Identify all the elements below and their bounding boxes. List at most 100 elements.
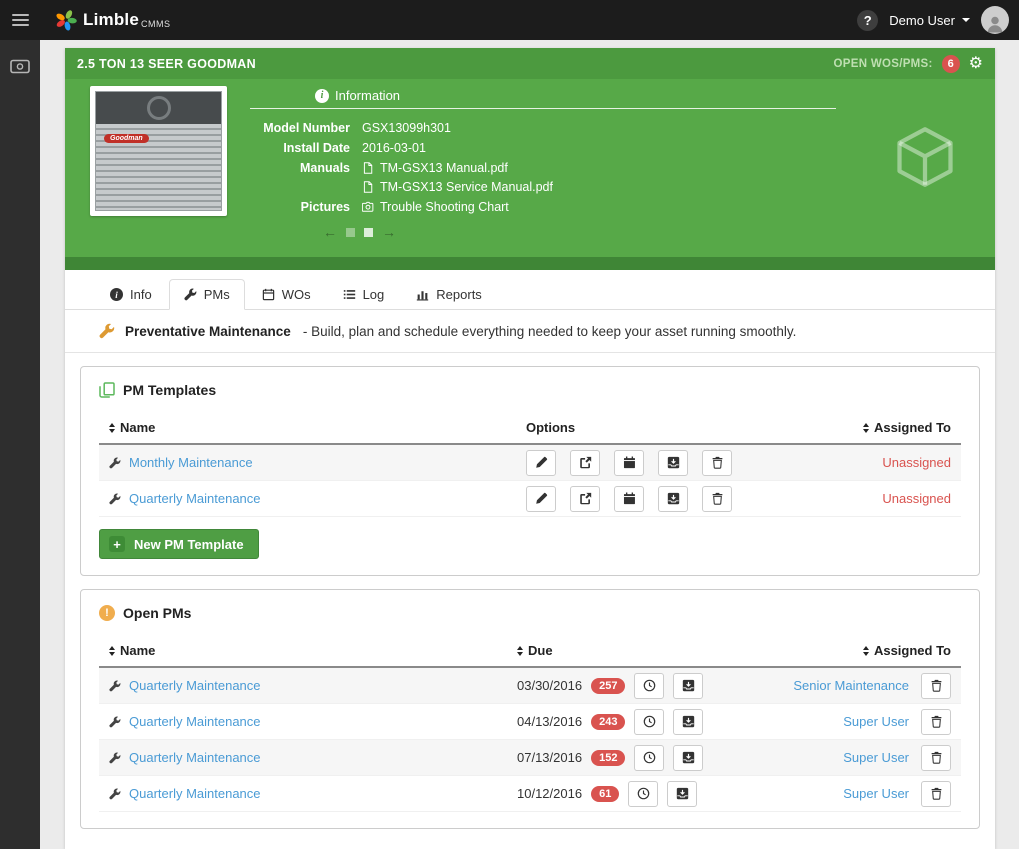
assigned-user-link[interactable]: Senior Maintenance (793, 678, 909, 693)
delete-open-pm-button[interactable] (921, 672, 951, 699)
pm-description-banner: Preventative Maintenance - Build, plan a… (65, 310, 995, 353)
edit-pm-button[interactable] (526, 449, 556, 476)
asset-photo-image: Goodman (95, 91, 222, 211)
delete-open-pm-button[interactable] (921, 744, 951, 771)
open-pm-row: Quarterly Maintenance 10/12/2016 61 Supe… (99, 776, 961, 812)
tab-reports[interactable]: Reports (401, 279, 497, 310)
new-pm-template-label: New PM Template (134, 536, 244, 552)
information-header: i Information (250, 88, 836, 103)
sort-by-due-header[interactable]: Due (517, 643, 757, 658)
open-wos-label: OPEN WOS/PMS: (833, 57, 933, 70)
picture-link-label: Trouble Shooting Chart (380, 200, 509, 214)
topbar: Limble CMMS ? Demo User (0, 0, 1019, 40)
schedule-pm-button[interactable] (614, 485, 644, 512)
inbox-icon (667, 492, 680, 505)
caret-down-icon (962, 18, 970, 22)
inbox-icon (682, 679, 695, 692)
open-pm-button[interactable] (570, 449, 600, 476)
brand-logo[interactable]: Limble CMMS (55, 9, 171, 31)
tab-info-label: Info (130, 287, 152, 302)
assigned-user-link[interactable]: Super User (843, 750, 909, 765)
complete-pm-button[interactable] (667, 780, 698, 807)
pencil-icon (535, 456, 548, 469)
asset-info-area: Goodman i Information Model Number GSX13… (65, 79, 995, 257)
asset-header-footer-strip (65, 257, 995, 270)
help-button[interactable]: ? (857, 9, 879, 31)
sort-by-assigned-header[interactable]: Assigned To (791, 420, 951, 435)
complete-pm-button[interactable] (673, 744, 704, 771)
delete-pm-button[interactable] (702, 449, 732, 476)
clock-icon (643, 679, 656, 692)
manual-link[interactable]: TM-GSX13 Manual.pdf (362, 161, 836, 175)
snooze-pm-button[interactable] (634, 744, 665, 771)
tab-pms-label: PMs (203, 287, 230, 302)
snooze-pm-button[interactable] (634, 708, 665, 735)
delete-open-pm-button[interactable] (921, 708, 951, 735)
open-pm-link[interactable]: Quarterly Maintenance (129, 678, 261, 693)
due-column-label: Due (528, 643, 553, 658)
assigned-to-value[interactable]: Unassigned (791, 491, 951, 506)
open-pm-link[interactable]: Quarterly Maintenance (129, 714, 261, 729)
archive-pm-button[interactable] (658, 449, 688, 476)
tab-wos[interactable]: WOs (247, 279, 326, 310)
name-column-label: Name (120, 643, 156, 658)
carousel-dot[interactable] (346, 227, 355, 237)
brand-name: Limble (83, 10, 139, 29)
complete-pm-button[interactable] (673, 672, 704, 699)
open-pm-link[interactable]: Quarterly Maintenance (129, 786, 261, 801)
hamburger-icon (11, 14, 29, 26)
info-carousel: ← → (323, 225, 396, 239)
pm-template-link[interactable]: Monthly Maintenance (129, 455, 253, 470)
sort-by-name-header[interactable]: Name (109, 643, 517, 658)
tab-reports-label: Reports (436, 287, 482, 302)
pm-templates-header: PM Templates (99, 382, 961, 398)
open-pm-button[interactable] (570, 485, 600, 512)
picture-link[interactable]: Trouble Shooting Chart (362, 200, 836, 214)
menu-toggle-button[interactable] (0, 0, 40, 40)
gear-icon[interactable]: ⚙ (969, 55, 983, 72)
user-menu[interactable]: Demo User (889, 13, 970, 28)
tab-log[interactable]: Log (328, 279, 400, 310)
warning-icon: ! (99, 605, 115, 621)
new-pm-template-button[interactable]: + New PM Template (99, 529, 259, 559)
sort-by-name-header[interactable]: Name (109, 420, 526, 435)
overdue-days-badge: 61 (591, 785, 620, 802)
assigned-cell: Super User (757, 780, 951, 807)
pm-templates-title: PM Templates (123, 382, 217, 398)
carousel-dot[interactable] (364, 227, 373, 237)
snooze-pm-button[interactable] (634, 672, 665, 699)
delete-open-pm-button[interactable] (921, 780, 951, 807)
sort-by-assigned-header[interactable]: Assigned To (757, 643, 951, 658)
open-pm-link[interactable]: Quarterly Maintenance (129, 750, 261, 765)
tab-info[interactable]: i Info (95, 279, 167, 310)
assigned-cell: Super User (757, 708, 951, 735)
person-icon (985, 14, 1005, 34)
carousel-next-arrow-icon[interactable]: → (382, 225, 396, 239)
options-column-label: Options (526, 420, 576, 435)
snooze-pm-button[interactable] (628, 780, 659, 807)
pm-template-row: Monthly Maintenance Unassigned (99, 445, 961, 481)
trash-icon (930, 751, 943, 764)
complete-pm-button[interactable] (673, 708, 704, 735)
limble-logo-icon (56, 10, 77, 31)
delete-pm-button[interactable] (702, 485, 732, 512)
trash-icon (711, 456, 724, 469)
asset-tabs: i Info PMs WOs Log Reports (65, 270, 995, 310)
carousel-prev-arrow-icon[interactable]: ← (323, 225, 337, 239)
assigned-user-link[interactable]: Super User (843, 714, 909, 729)
pm-template-link[interactable]: Quarterly Maintenance (129, 491, 261, 506)
asset-header-right: OPEN WOS/PMS: 6 ⚙ (833, 54, 983, 73)
assigned-to-value[interactable]: Unassigned (791, 455, 951, 470)
avatar[interactable] (981, 6, 1009, 34)
wrench-icon (109, 680, 121, 692)
billing-sidebar-button[interactable] (6, 55, 34, 78)
asset-photo[interactable]: Goodman (90, 86, 227, 216)
tab-pms[interactable]: PMs (168, 279, 245, 310)
schedule-pm-button[interactable] (614, 449, 644, 476)
manual-link[interactable]: TM-GSX13 Service Manual.pdf (362, 180, 836, 194)
open-wos-count-badge: 6 (941, 54, 960, 73)
edit-pm-button[interactable] (526, 485, 556, 512)
due-date: 07/13/2016 (517, 750, 583, 765)
assigned-user-link[interactable]: Super User (843, 786, 909, 801)
archive-pm-button[interactable] (658, 485, 688, 512)
